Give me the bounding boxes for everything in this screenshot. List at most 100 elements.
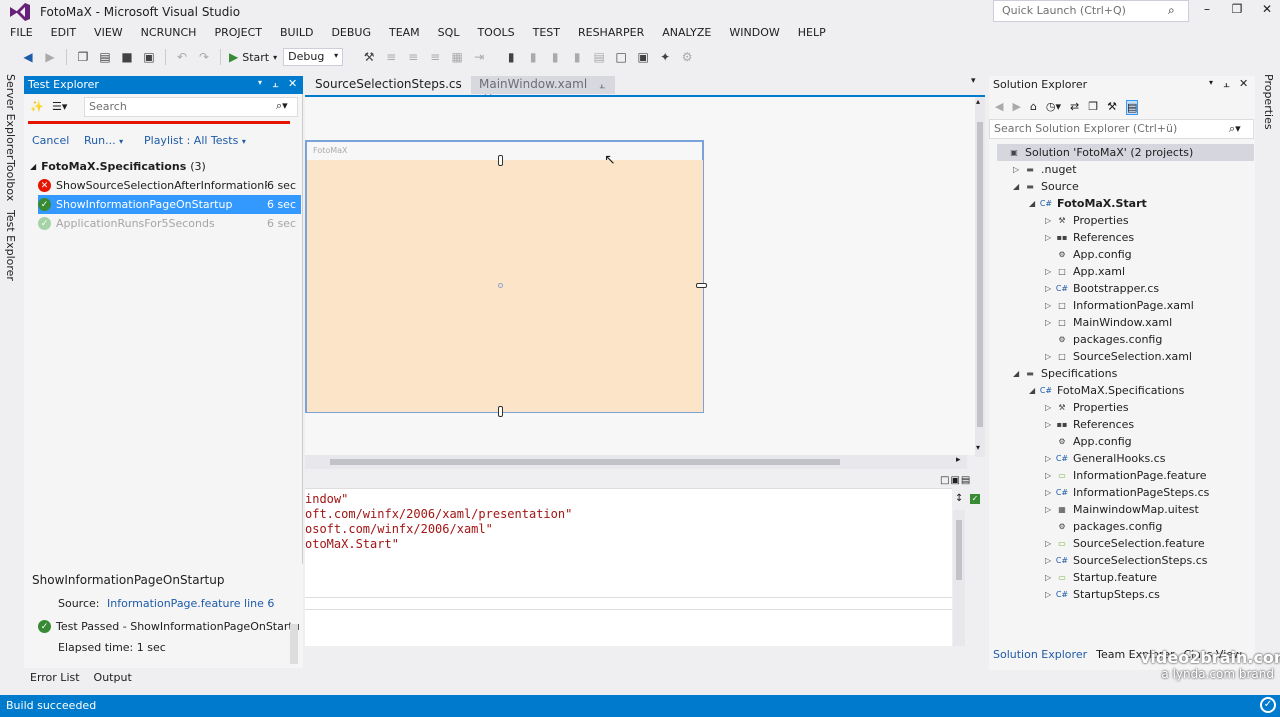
search-icon[interactable]: ⌕▾ — [276, 99, 288, 113]
expand-arrow-icon[interactable]: ▷ — [1045, 590, 1055, 599]
source-link[interactable]: InformationPage.feature line 6 — [107, 597, 274, 610]
expand-arrow-icon[interactable]: ▷ — [1045, 403, 1055, 412]
save-icon[interactable]: ■ — [119, 49, 135, 65]
filter-icon[interactable]: ☰▾ — [52, 100, 67, 113]
menu-project[interactable]: PROJECT — [204, 24, 270, 44]
solution-tree-item[interactable]: ◢ ▬ Source — [1013, 178, 1079, 195]
tab-solution-explorer[interactable]: Solution Explorer — [993, 648, 1087, 661]
tab-source-selection-steps[interactable]: SourceSelectionSteps.cs — [307, 76, 470, 94]
expand-arrow-icon[interactable]: ▷ — [1045, 216, 1055, 225]
expand-arrow-icon[interactable]: ▷ — [1045, 352, 1055, 361]
solution-tree-item[interactable]: ▷ □ MainWindow.xaml — [1045, 314, 1172, 331]
solution-tree-item[interactable]: ▷ ▭ Startup.feature — [1045, 569, 1157, 586]
minimize-button[interactable]: – — [1192, 0, 1222, 22]
search-icon[interactable]: ⌕ — [1168, 3, 1175, 18]
expand-arrow-icon[interactable]: ▷ — [1045, 573, 1055, 582]
close-icon[interactable]: ✕ — [288, 77, 297, 90]
scroll-right-icon[interactable]: ▸ — [956, 455, 961, 465]
detail-scrollbar[interactable] — [290, 624, 298, 664]
tab-main-window-xaml[interactable]: MainWindow.xaml ⫠ ✕ — [471, 76, 615, 105]
menu-analyze[interactable]: ANALYZE — [652, 24, 719, 44]
attach-icon[interactable]: ⚒ — [361, 49, 377, 65]
expand-arrow-icon[interactable]: ▷ — [1045, 318, 1055, 327]
collapse-all-icon[interactable]: ❐ — [1088, 100, 1098, 115]
start-debugging-button[interactable]: ▶ Start ▾ — [229, 50, 277, 64]
sync-icon[interactable]: ⇄ — [1070, 100, 1079, 115]
toolbox-tab[interactable]: Toolbox — [4, 160, 17, 201]
menu-sql[interactable]: SQL — [428, 24, 468, 44]
properties-icon[interactable]: ⚒ — [1107, 100, 1117, 115]
solution-tree-item[interactable]: ⚙ App.config — [1045, 246, 1131, 263]
scroll-thumb[interactable] — [330, 459, 840, 465]
dropdown-icon[interactable]: ▾ — [258, 78, 262, 87]
solution-tree-item[interactable]: ▷ ⚒ Properties — [1045, 212, 1129, 229]
run-menu-link[interactable]: Run... ▾ — [84, 134, 123, 147]
solution-configuration-select[interactable]: Debug ▾ — [283, 48, 344, 66]
solution-tree-item[interactable]: ▷ ⚒ Properties — [1045, 399, 1129, 416]
tab-error-list[interactable]: Error List — [30, 671, 80, 687]
designer-horizontal-scrollbar[interactable]: ▸ — [305, 455, 967, 469]
bookmark-icon[interactable]: ▮ — [503, 49, 519, 65]
extension-icon[interactable]: ⚙ — [679, 49, 695, 65]
clear-bookmarks-icon[interactable]: ▮ — [569, 49, 585, 65]
solution-tree-item[interactable]: ◢ C# FotoMaX.Start — [1029, 195, 1147, 212]
group-by-icon[interactable]: ✨ — [30, 100, 44, 113]
close-button[interactable]: ✕ — [1252, 0, 1280, 22]
dropdown-icon[interactable]: ▾ — [1209, 78, 1213, 87]
prev-bookmark-icon[interactable]: ▮ — [525, 49, 541, 65]
solution-search-input[interactable]: Search Solution Explorer (Ctrl+ü) — [989, 119, 1254, 139]
menu-help[interactable]: HELP — [788, 24, 834, 44]
solution-tree-item[interactable]: ▷ ▭ InformationPage.feature — [1045, 467, 1207, 484]
document-icon[interactable]: □ — [613, 49, 629, 65]
solution-tree-item[interactable]: ⚙ App.config — [1045, 433, 1131, 450]
collapse-arrow-icon[interactable]: ◢ — [1029, 199, 1039, 208]
expand-arrow-icon[interactable]: ▷ — [1045, 267, 1055, 276]
pin-icon[interactable]: ⫠ — [599, 80, 605, 91]
solution-tree-item[interactable]: ▷ C# Bootstrapper.cs — [1045, 280, 1159, 297]
solution-tree-item[interactable]: ▷ □ SourceSelection.xaml — [1045, 348, 1192, 365]
test-row-selected[interactable]: ✓ ShowInformationPageOnStartup 6 sec — [38, 195, 301, 214]
expand-arrow-icon[interactable]: ▷ — [1045, 556, 1055, 565]
expand-arrow-icon[interactable]: ▷ — [1045, 488, 1055, 497]
align-center-icon[interactable]: ≡ — [405, 49, 421, 65]
solution-tree-item[interactable]: ▷ C# SourceSelectionSteps.cs — [1045, 552, 1208, 569]
resize-handle-bottom[interactable] — [498, 406, 503, 417]
expand-arrow-icon[interactable]: ▷ — [1045, 539, 1055, 548]
solution-tree-item[interactable]: ◢ ▬ Specifications — [1013, 365, 1117, 382]
expand-arrow-icon[interactable]: ▷ — [1045, 284, 1055, 293]
scroll-thumb[interactable] — [956, 520, 962, 580]
history-icon[interactable]: ◷▾ — [1046, 100, 1061, 115]
next-bookmark-icon[interactable]: ▮ — [547, 49, 563, 65]
playlist-link[interactable]: Playlist : All Tests ▾ — [144, 134, 246, 147]
home-icon[interactable]: ⌂ — [1030, 100, 1037, 115]
solution-tree-item[interactable]: ▷ C# InformationPageSteps.cs — [1045, 484, 1209, 501]
properties-tab[interactable]: Properties — [1262, 74, 1275, 130]
scroll-thumb[interactable] — [977, 122, 983, 427]
back-icon[interactable]: ◀ — [995, 100, 1003, 115]
pin-icon[interactable]: ✦ — [657, 49, 673, 65]
menu-view[interactable]: VIEW — [84, 24, 131, 44]
close-icon[interactable]: ✕ — [1239, 77, 1248, 90]
solution-tree-item[interactable]: ◢ C# FotoMaX.Specifications — [1029, 382, 1184, 399]
scroll-down-icon[interactable]: ▾ — [976, 443, 980, 452]
tab-dropdown-icon[interactable]: ▾ — [971, 76, 976, 86]
indent-icon[interactable]: ⇥ — [471, 49, 487, 65]
solution-tree-item[interactable]: ⚙ packages.config — [1045, 518, 1162, 535]
menu-test[interactable]: TEST — [523, 24, 568, 44]
comment-icon[interactable]: ▤ — [591, 49, 607, 65]
collapse-arrow-icon[interactable]: ◢ — [1013, 369, 1023, 378]
pin-icon[interactable]: ⫠ — [272, 77, 279, 91]
expand-arrow-icon[interactable]: ▷ — [1045, 471, 1055, 480]
collapse-arrow-icon[interactable]: ◢ — [1029, 386, 1039, 395]
pin-icon[interactable]: ⫠ — [1223, 77, 1230, 91]
collapse-arrow-icon[interactable]: ◢ — [1013, 182, 1023, 191]
split-icon[interactable]: ↕ — [955, 493, 963, 504]
align-left-icon[interactable]: ≡ — [383, 49, 399, 65]
preview-icon[interactable]: ▤ — [1126, 100, 1139, 115]
solution-tree-item[interactable]: ▷ C# GeneralHooks.cs — [1045, 450, 1165, 467]
expand-arrow-icon[interactable]: ▷ — [1045, 454, 1055, 463]
tab-output[interactable]: Output — [94, 671, 132, 687]
menu-tools[interactable]: TOOLS — [467, 24, 522, 44]
forward-icon[interactable]: ▶ — [1012, 100, 1020, 115]
expand-arrow-icon[interactable]: ▷ — [1045, 301, 1055, 310]
